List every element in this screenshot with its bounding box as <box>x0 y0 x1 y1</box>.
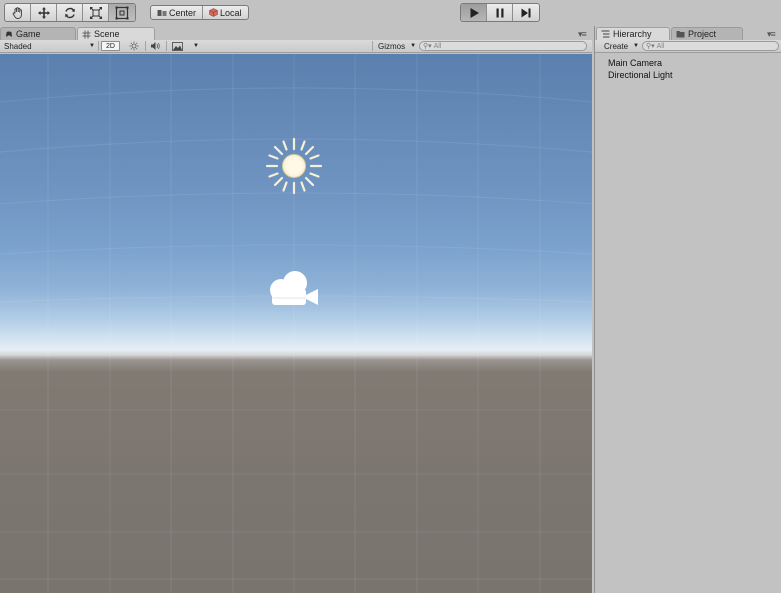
tab-game[interactable]: Game <box>0 27 76 40</box>
rect-tool-button[interactable] <box>109 4 135 21</box>
scale-icon <box>89 6 102 19</box>
pause-button[interactable] <box>487 4 513 21</box>
scene-audio-toggle[interactable] <box>150 40 161 52</box>
tab-scene-label: Scene <box>94 29 120 39</box>
create-dropdown[interactable]: Create ▼ <box>604 40 639 52</box>
tab-project[interactable]: Project <box>671 27 743 40</box>
play-button[interactable] <box>461 4 487 21</box>
divider <box>166 41 167 51</box>
main-toolbar: Center Local <box>0 0 781 26</box>
hand-tool-button[interactable] <box>5 4 31 21</box>
pivot-center-button[interactable]: Center <box>151 6 204 19</box>
play-icon <box>470 7 479 18</box>
scale-tool-button[interactable] <box>83 4 109 21</box>
hierarchy-panel: Hierarchy Project ▾≡ Create ▼ ⚲▾ All Mai… <box>594 26 781 593</box>
light-bulb-icon <box>129 41 139 51</box>
camera-icon[interactable] <box>266 268 322 308</box>
landscape-icon <box>172 41 183 51</box>
tab-hierarchy-label: Hierarchy <box>613 29 652 39</box>
tab-game-label: Game <box>16 29 41 39</box>
hierarchy-search-placeholder: All <box>656 42 665 50</box>
gizmos-label: Gizmos <box>378 41 406 51</box>
pivot-center-label: Center <box>169 7 197 18</box>
folder-icon <box>676 31 685 38</box>
hierarchy-list: Main Camera Directional Light <box>595 54 781 81</box>
tab-scene[interactable]: Scene <box>77 27 155 40</box>
hierarchy-toolbar: Create ▼ ⚲▾ All <box>595 40 781 53</box>
step-icon <box>521 8 531 17</box>
search-icon: ⚲▾ <box>646 43 655 50</box>
hierarchy-tab-strip: Hierarchy Project ▾≡ <box>595 26 781 40</box>
speaker-icon <box>151 42 160 50</box>
tab-hierarchy[interactable]: Hierarchy <box>596 27 670 40</box>
mode-2d-label: 2D <box>106 42 115 50</box>
gizmos-dropdown[interactable]: Gizmos ▼ <box>378 40 416 52</box>
sun-icon[interactable] <box>264 136 324 196</box>
cube-icon <box>209 8 218 17</box>
pivot-center-icon <box>157 9 167 16</box>
search-icon: ⚲▾ <box>423 43 432 50</box>
grid-icon <box>82 30 91 38</box>
rect-transform-icon <box>115 6 129 19</box>
scene-panel-menu-icon[interactable]: ▾≡ <box>578 29 587 40</box>
pivot-local-label: Local <box>220 7 242 18</box>
create-label: Create <box>604 41 629 51</box>
transform-tools <box>4 3 136 22</box>
divider <box>98 41 99 51</box>
scene-lighting-toggle[interactable] <box>129 40 139 52</box>
render-mode-dropdown[interactable]: Shaded <box>4 40 32 52</box>
effects-chevron-icon: ▼ <box>193 43 199 49</box>
render-mode-chevron-icon: ▼ <box>89 43 95 49</box>
pivot-local-button[interactable]: Local <box>203 6 248 19</box>
pause-icon <box>496 8 503 17</box>
rotate-tool-button[interactable] <box>57 4 83 21</box>
divider <box>372 41 373 51</box>
tab-project-label: Project <box>688 29 717 39</box>
step-button[interactable] <box>513 4 539 21</box>
hierarchy-panel-menu-icon[interactable]: ▾≡ <box>767 29 776 40</box>
move-tool-button[interactable] <box>31 4 57 21</box>
mode-2d-toggle[interactable]: 2D <box>101 41 120 51</box>
scene-effects-dropdown[interactable]: ▼ <box>172 40 199 52</box>
divider <box>145 41 146 51</box>
scene-search-placeholder: All <box>433 42 442 50</box>
rotate-icon <box>64 7 75 18</box>
hierarchy-item-main-camera[interactable]: Main Camera <box>595 57 781 69</box>
move-arrows-icon <box>37 6 50 19</box>
hierarchy-item-directional-light[interactable]: Directional Light <box>595 69 781 81</box>
play-controls <box>460 3 540 22</box>
scene-viewport[interactable] <box>0 54 592 593</box>
pivot-toggle-group: Center Local <box>150 5 249 20</box>
render-mode-label: Shaded <box>4 41 32 51</box>
list-icon <box>601 30 610 38</box>
hierarchy-search-input[interactable]: ⚲▾ All <box>642 41 779 51</box>
scene-panel: Game Scene ▾≡ Shaded ▼ 2D ▼ Gizmos ▼ ⚲▾ … <box>0 26 592 593</box>
scene-view-toolbar: Shaded ▼ 2D ▼ Gizmos ▼ ⚲▾ All <box>0 40 592 53</box>
game-controller-icon <box>6 31 12 37</box>
hand-icon <box>12 6 22 19</box>
create-chevron-icon: ▼ <box>633 43 639 49</box>
scene-tab-strip: Game Scene ▾≡ <box>0 26 592 40</box>
scene-search-input[interactable]: ⚲▾ All <box>419 41 587 51</box>
scene-grid <box>0 54 592 593</box>
gizmos-chevron-icon: ▼ <box>410 43 417 49</box>
